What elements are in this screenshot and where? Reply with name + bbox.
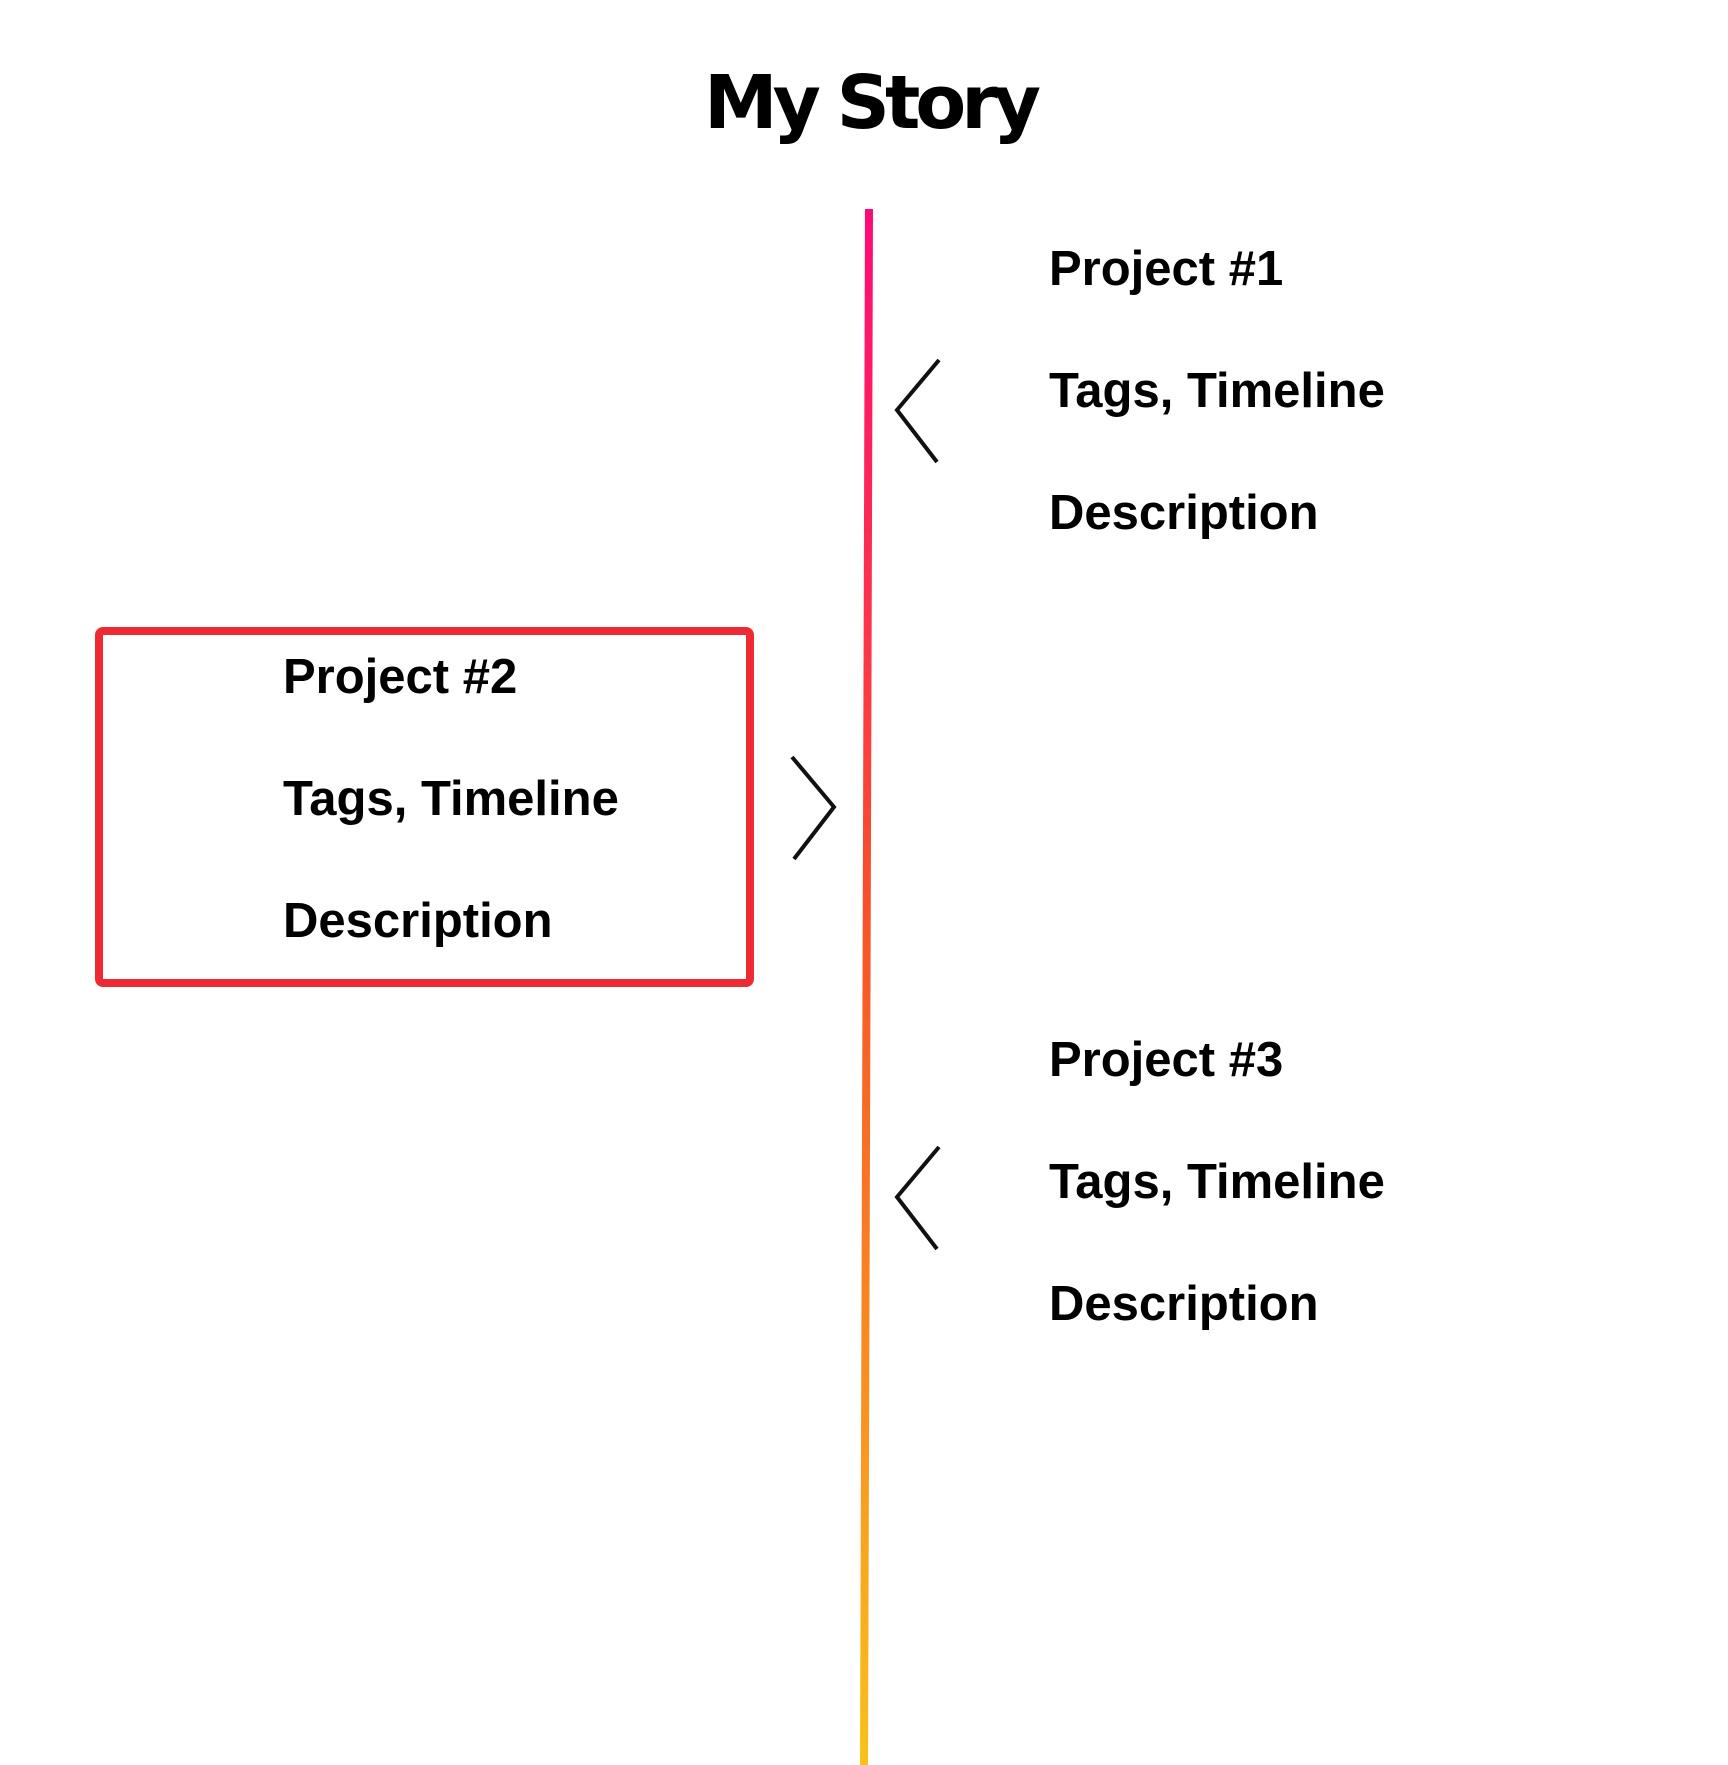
project-title: Project #1	[1049, 242, 1284, 296]
project-card-1[interactable]: Project #1 Tags, Timeline Description	[1049, 237, 1549, 567]
project-description: Description	[1049, 486, 1319, 540]
project-meta: Tags, Timeline	[283, 772, 619, 826]
project-meta: Tags, Timeline	[1049, 1155, 1385, 1209]
project-meta: Tags, Timeline	[1049, 364, 1385, 418]
chevron-left-icon[interactable]	[891, 1145, 951, 1255]
project-title: Project #3	[1049, 1033, 1284, 1087]
project-title: Project #2	[283, 650, 518, 704]
project-card-3[interactable]: Project #3 Tags, Timeline Description	[1049, 1028, 1549, 1358]
chevron-right-icon[interactable]	[786, 755, 846, 865]
project-card-2[interactable]: Project #2 Tags, Timeline Description	[95, 627, 754, 987]
chevron-left-icon[interactable]	[891, 358, 951, 468]
project-description: Description	[283, 894, 553, 948]
project-description: Description	[1049, 1277, 1319, 1331]
page-title: My Story	[704, 60, 1041, 146]
